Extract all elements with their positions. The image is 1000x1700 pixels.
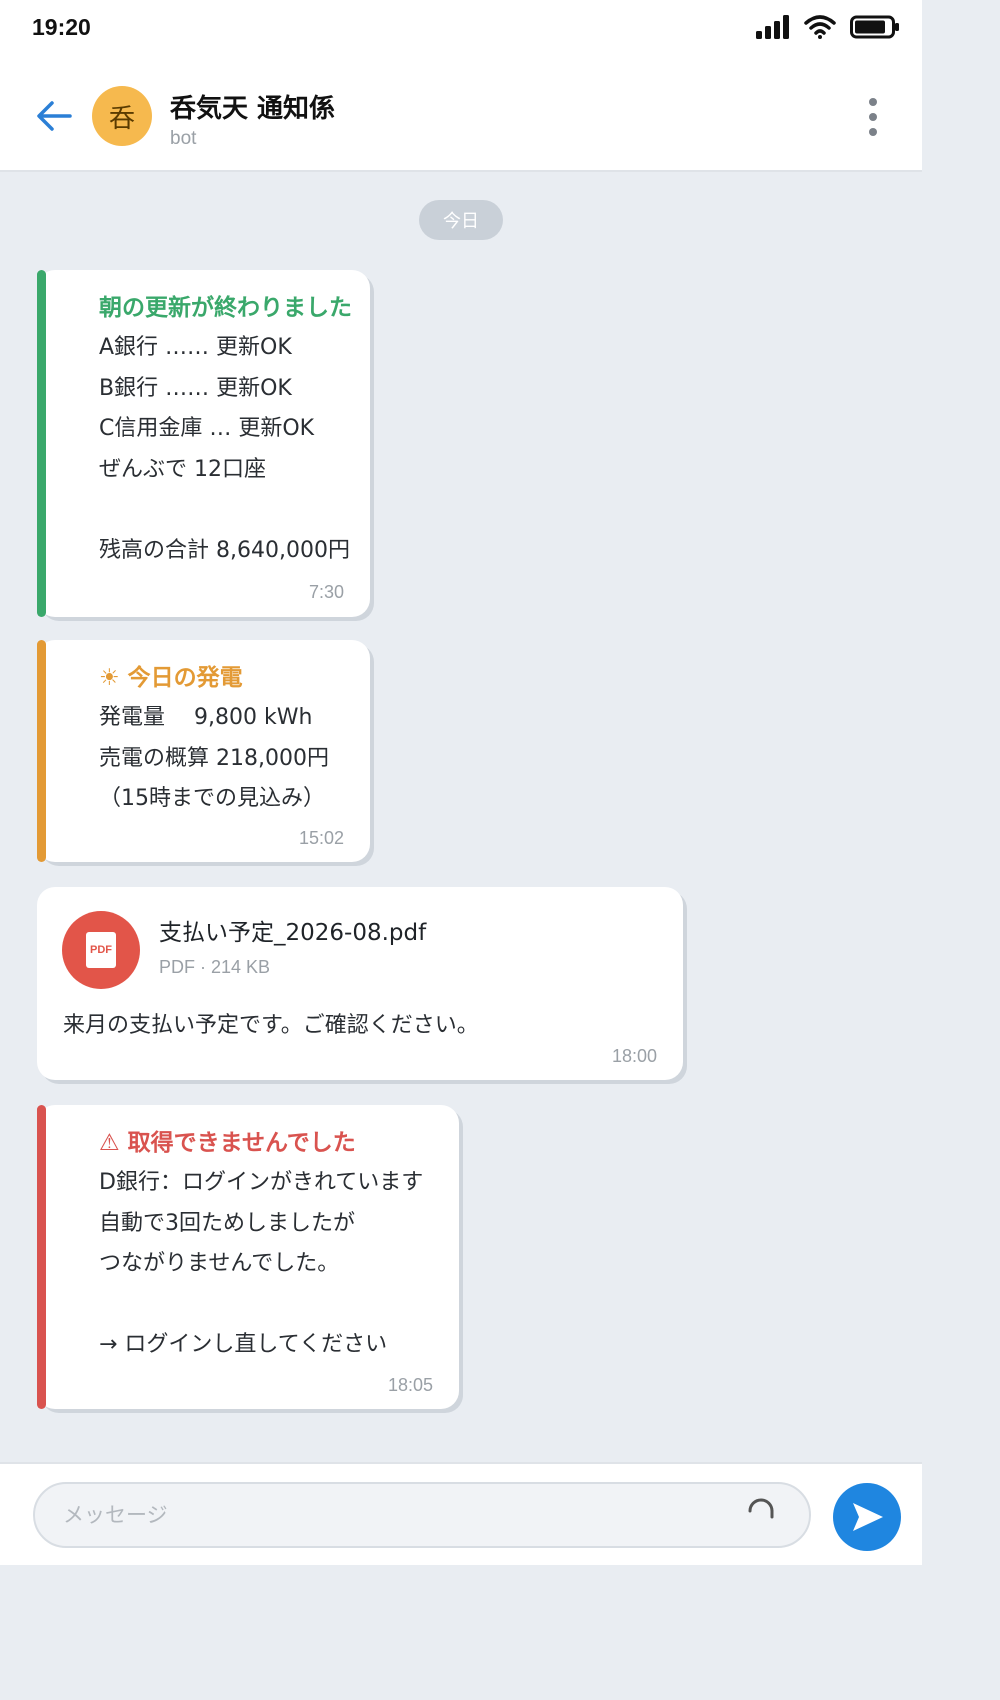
warning-icon: ⚠ [99,1130,120,1156]
message-title: 朝の更新が終わりました [99,295,352,321]
date-divider: 今日 [419,200,503,240]
status-time: 19:20 [32,14,91,40]
accent-bar [37,640,46,862]
more-menu-button[interactable] [864,98,882,140]
message-line: → ログインし直してください [99,1332,388,1357]
file-name[interactable]: 支払い予定_2026-08.pdf [159,913,426,947]
message-bubble-file[interactable]: PDF 支払い予定_2026-08.pdf PDF · 214 KB 来月の支払… [37,887,683,1080]
dot-icon [869,128,877,136]
composer-bar [0,1462,922,1565]
pdf-icon-label: PDF [90,944,112,956]
chat-title: 呑気天 通知係 [170,94,336,124]
document-icon: PDF [86,932,116,968]
message-line: A銀行 …… 更新OK [99,335,292,360]
battery-icon [850,15,899,39]
message-line [99,490,352,531]
message-bubble-update[interactable]: 朝の更新が終わりました A銀行 …… 更新OK B銀行 …… 更新OK C信用金… [37,270,370,617]
message-line: 売電の概算 218,000円 [99,745,329,771]
message-line: B銀行 …… 更新OK [99,375,292,401]
message-line: 発電量 9,800 kWh [99,705,313,730]
message-time: 7:30 [308,582,344,602]
message-title: ⚠ 取得できませんでした [99,1123,423,1163]
message-title-text: 今日の発電 [127,665,243,691]
back-button[interactable] [34,96,74,136]
message-line: D銀行：ログインがきれています [99,1170,424,1195]
chat-subtitle: bot [170,128,197,149]
message-line: 自動で3回ためしましたが [99,1210,355,1236]
send-button[interactable] [833,1483,901,1551]
message-title-text: 取得できませんでした [127,1130,356,1156]
message-line: C信用金庫 … 更新OK [99,416,315,441]
message-line: ぜんぶで 12口座 [99,456,266,482]
back-arrow-icon [37,101,72,131]
status-bar: 19:20 [0,0,922,58]
dot-icon [869,98,877,106]
message-bubble-solar[interactable]: ☀ 今日の発電 発電量 9,800 kWh 売電の概算 218,000円 （15… [37,640,370,862]
status-icons [756,12,900,42]
send-icon [853,1503,883,1531]
message-time: 15:02 [298,828,344,848]
message-line: つながりませんでした。 [99,1251,340,1276]
message-input[interactable] [33,1482,811,1548]
accent-bar [37,1105,46,1409]
message-bubble-error[interactable]: ⚠ 取得できませんでした D銀行：ログインがきれています 自動で3回ためしました… [37,1105,459,1409]
wifi-icon [804,15,836,39]
signal-icon [756,15,789,39]
message-time: 18:05 [387,1375,433,1395]
chat-header: 呑 呑気天 通知係 bot [0,58,922,172]
file-meta: PDF · 214 KB [159,957,271,977]
sun-icon: ☀ [99,665,120,691]
message-line: 残高の合計 8,640,000円 [99,537,350,563]
message-line: （15時までの見込み） [99,786,325,811]
message-time: 18:00 [611,1046,657,1066]
message-line [99,1285,423,1326]
avatar[interactable]: 呑 [92,86,152,146]
loading-spinner-icon [748,1498,774,1519]
pdf-file-icon[interactable]: PDF [62,911,140,989]
dot-icon [869,113,877,121]
message-title: ☀ 今日の発電 [99,658,329,698]
message-text: 来月の支払い予定です。ご確認ください。 [63,1013,479,1038]
accent-bar [37,270,46,617]
